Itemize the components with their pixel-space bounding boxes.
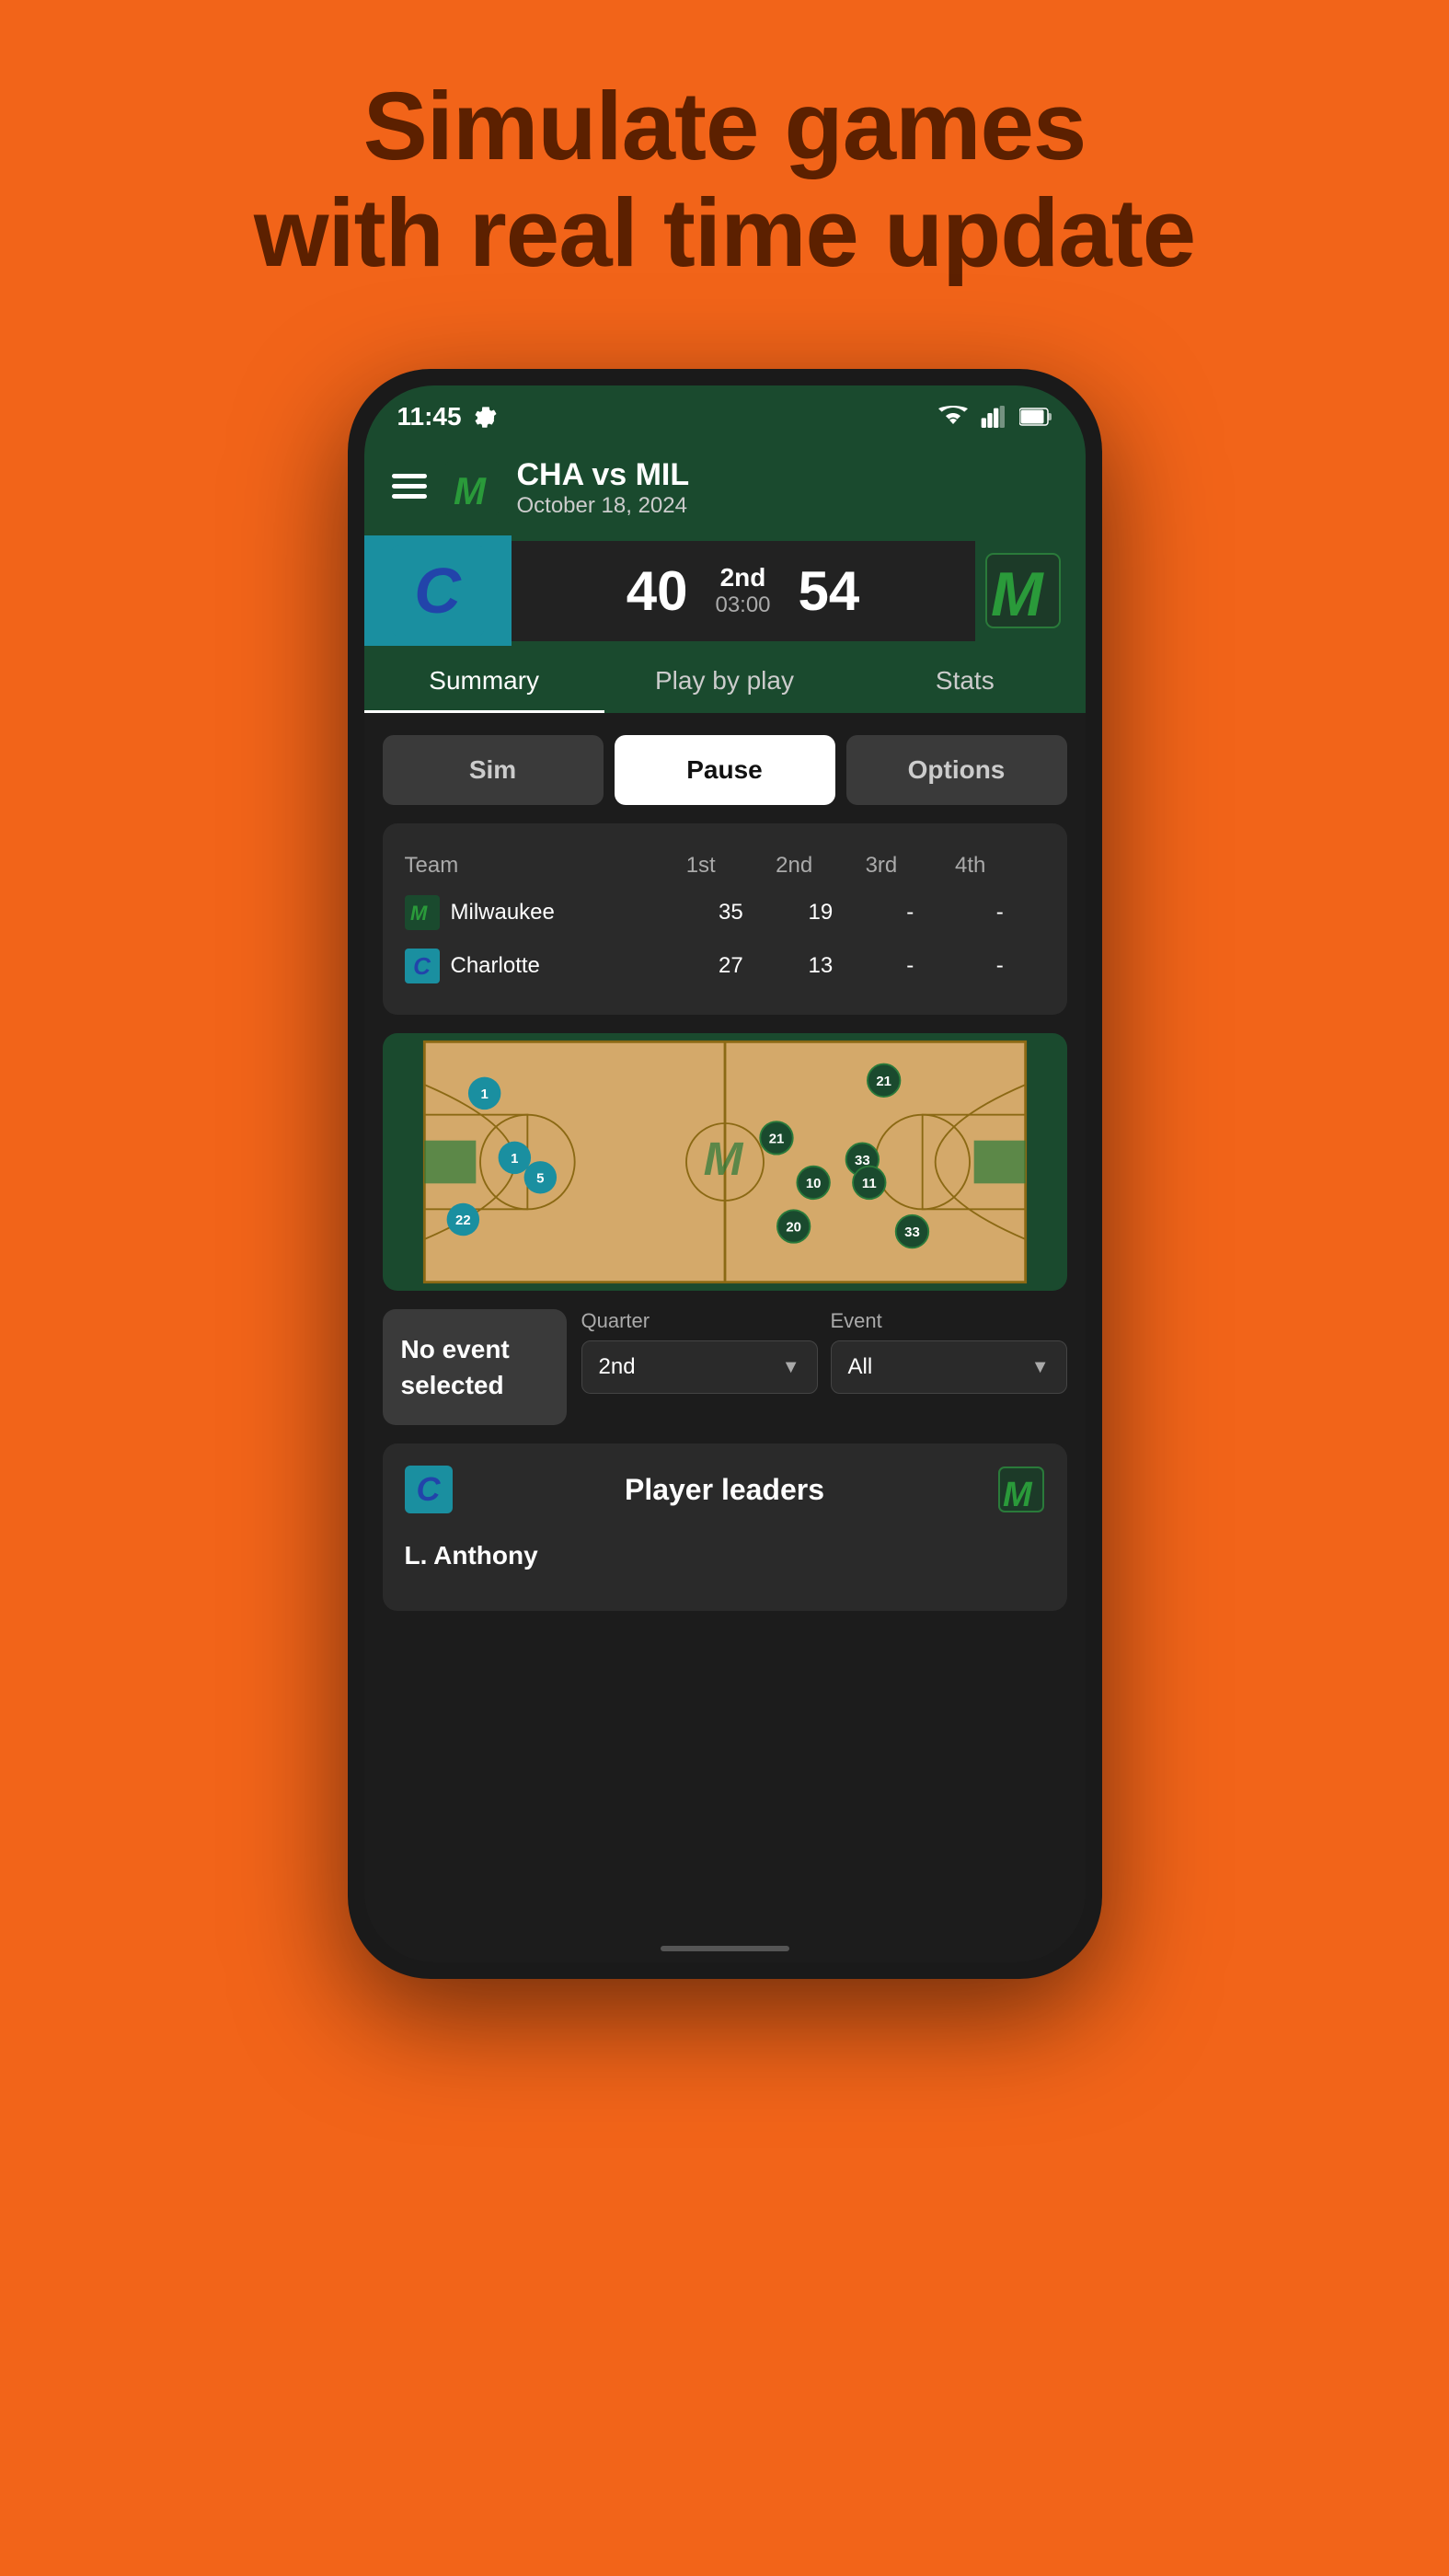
svg-text:1: 1 [480,1087,488,1102]
svg-text:M: M [410,902,428,925]
col-1st: 1st [686,845,776,886]
tab-play-by-play[interactable]: Play by play [604,646,845,713]
svg-text:11: 11 [861,1176,876,1191]
no-event-box: No event selected [383,1309,567,1425]
quarter-label: Quarter [581,1309,818,1333]
svg-text:M: M [991,559,1044,629]
player-name: L. Anthony [405,1532,1045,1589]
court-card: M 1 1 5 22 [383,1033,1067,1291]
event-filter-row: No event selected Quarter 2nd ▼ Event [383,1309,1067,1425]
score-section: C 40 2nd 03:00 54 M [364,535,1086,646]
mil-logo-header: M [445,462,499,515]
hero-title: Simulate games with real time update [254,74,1195,286]
player-leaders-card: C Player leaders M L. Anthony [383,1443,1067,1611]
player-leaders-header: C Player leaders M [405,1466,1045,1513]
mil-team-logo: M [975,535,1086,646]
period-label: 2nd [720,563,766,592]
tab-stats[interactable]: Stats [845,646,1085,713]
cha-team-logo: C [364,535,512,646]
options-button[interactable]: Options [846,735,1067,805]
cha-badge-small: C [405,949,440,983]
table-row: M Milwaukee 35 19 - - [405,886,1045,939]
svg-text:21: 21 [876,1074,891,1089]
svg-text:22: 22 [455,1213,471,1228]
svg-text:10: 10 [805,1176,821,1191]
header-date: October 18, 2024 [517,493,690,519]
col-team: Team [405,845,686,886]
gear-icon [473,404,499,430]
col-4th: 4th [955,845,1045,886]
right-score: 54 [799,559,860,623]
home-indicator [364,1935,1086,1962]
svg-text:5: 5 [536,1170,544,1186]
quarter-select[interactable]: 2nd ▼ [581,1340,818,1394]
header-text: CHA vs MIL October 18, 2024 [517,457,690,519]
mil-badge-small: M [405,895,440,930]
app-header: M CHA vs MIL October 18, 2024 [364,441,1086,535]
player-leaders-title: Player leaders [453,1473,997,1507]
content-area: Sim Pause Options Team 1st 2nd 3rd 4th [364,713,1086,1935]
status-icons [938,406,1052,428]
sim-button[interactable]: Sim [383,735,604,805]
svg-text:20: 20 [786,1220,801,1236]
battery-icon [1019,407,1052,427]
phone-screen: 11:45 [364,385,1086,1962]
court-svg: M 1 1 5 22 [383,1033,1067,1291]
signal-icon [981,406,1006,428]
quarter-dropdown-arrow: ▼ [782,1357,800,1378]
col-3rd: 3rd [866,845,955,886]
status-bar: 11:45 [364,385,1086,441]
tab-summary[interactable]: Summary [364,646,604,713]
svg-text:M: M [1003,1476,1033,1513]
score-table-card: Team 1st 2nd 3rd 4th M [383,823,1067,1015]
left-score: 40 [627,559,688,623]
pause-button[interactable]: Pause [615,735,835,805]
tabs: Summary Play by play Stats [364,646,1086,713]
hamburger-menu-icon[interactable] [392,472,427,505]
event-select[interactable]: All ▼ [831,1340,1067,1394]
svg-text:21: 21 [768,1131,784,1146]
svg-text:33: 33 [904,1225,920,1240]
home-bar [661,1946,789,1951]
action-buttons: Sim Pause Options [383,735,1067,805]
filter-controls: Quarter 2nd ▼ Event All ▼ [581,1309,1067,1394]
header-matchup: CHA vs MIL [517,457,690,493]
score-center: 40 2nd 03:00 54 [512,541,975,641]
status-time: 11:45 [397,402,499,431]
col-2nd: 2nd [776,845,865,886]
svg-text:M: M [703,1133,743,1185]
wifi-icon [938,406,968,428]
svg-text:M: M [454,469,487,512]
event-dropdown-arrow: ▼ [1031,1357,1050,1378]
event-label: Event [831,1309,1067,1333]
mil-logo-leaders: M [997,1466,1045,1513]
table-row: C Charlotte 27 13 - - [405,939,1045,993]
svg-text:1: 1 [511,1151,518,1167]
period-clock: 03:00 [715,592,770,618]
score-table: Team 1st 2nd 3rd 4th M [405,845,1045,993]
cha-logo-leaders: C [405,1466,453,1513]
phone-shell: 11:45 [348,369,1102,1979]
